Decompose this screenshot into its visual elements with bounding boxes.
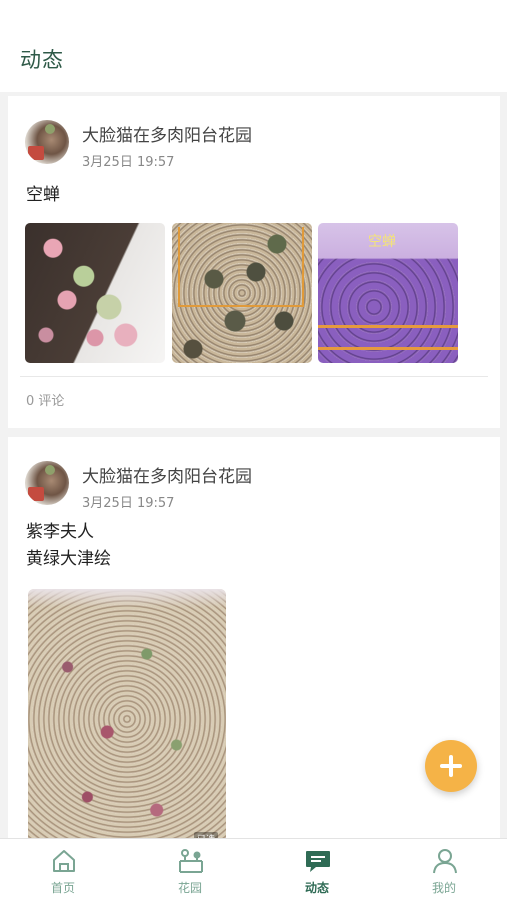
post-image[interactable]: 空蝉 [318,223,458,363]
avatar-detail [45,124,55,134]
post-card[interactable]: 大脸猫在多肉阳台花园 3月25日 19:57 紫李夫人 黄绿大津绘 已选 [8,437,500,857]
image-frame [318,347,458,350]
avatar-detail [28,487,44,501]
post-text: 空蝉 [26,185,60,205]
image-frame [178,227,304,307]
post-images: 空蝉 [25,223,465,363]
avatar-detail [28,146,44,160]
avatar-detail [45,465,55,475]
post-text-line: 紫李夫人 [26,522,94,542]
add-post-button[interactable] [425,740,477,792]
tab-feed[interactable]: 动态 [254,839,380,900]
comment-count[interactable]: 0 评论 [26,390,64,409]
page-header: 动态 [0,0,507,92]
post-author[interactable]: 大脸猫在多肉阳台花园 [82,121,252,146]
tab-garden[interactable]: 花园 [127,839,253,900]
tab-profile[interactable]: 我的 [381,839,507,900]
profile-icon [433,849,457,874]
post-text-line: 黄绿大津绘 [26,549,111,569]
post-author[interactable]: 大脸猫在多肉阳台花园 [82,462,252,487]
tab-label: 动态 [304,881,329,895]
post-card[interactable]: 大脸猫在多肉阳台花园 3月25日 19:57 空蝉 空蝉 0 评论 [8,96,500,428]
app-root: 动态 大脸猫在多肉阳台花园 3月25日 19:57 空蝉 空蝉 0 评论 大脸猫… [0,0,507,900]
image-detail [28,589,226,607]
avatar[interactable] [25,461,69,505]
bottom-tab-bar: 首页 花园 动态 我的 [0,838,507,900]
plus-icon [449,755,453,777]
home-icon [53,850,75,872]
post-text: 紫李夫人 黄绿大津绘 [26,519,111,573]
avatar[interactable] [25,120,69,164]
post-time: 3月25日 19:57 [82,496,175,511]
post-image[interactable]: 已选 [28,589,226,849]
tab-home[interactable]: 首页 [0,839,126,900]
divider [20,376,488,377]
post-image[interactable] [25,223,165,363]
image-frame [318,325,458,328]
post-image[interactable] [172,223,312,363]
tab-label: 首页 [50,881,75,895]
page-title: 动态 [20,48,64,72]
image-label: 空蝉 [368,234,396,250]
tab-label: 我的 [431,881,456,895]
tab-label: 花园 [177,881,202,895]
post-time: 3月25日 19:57 [82,155,175,170]
feed-icon [306,851,330,872]
garden-icon [179,849,203,873]
